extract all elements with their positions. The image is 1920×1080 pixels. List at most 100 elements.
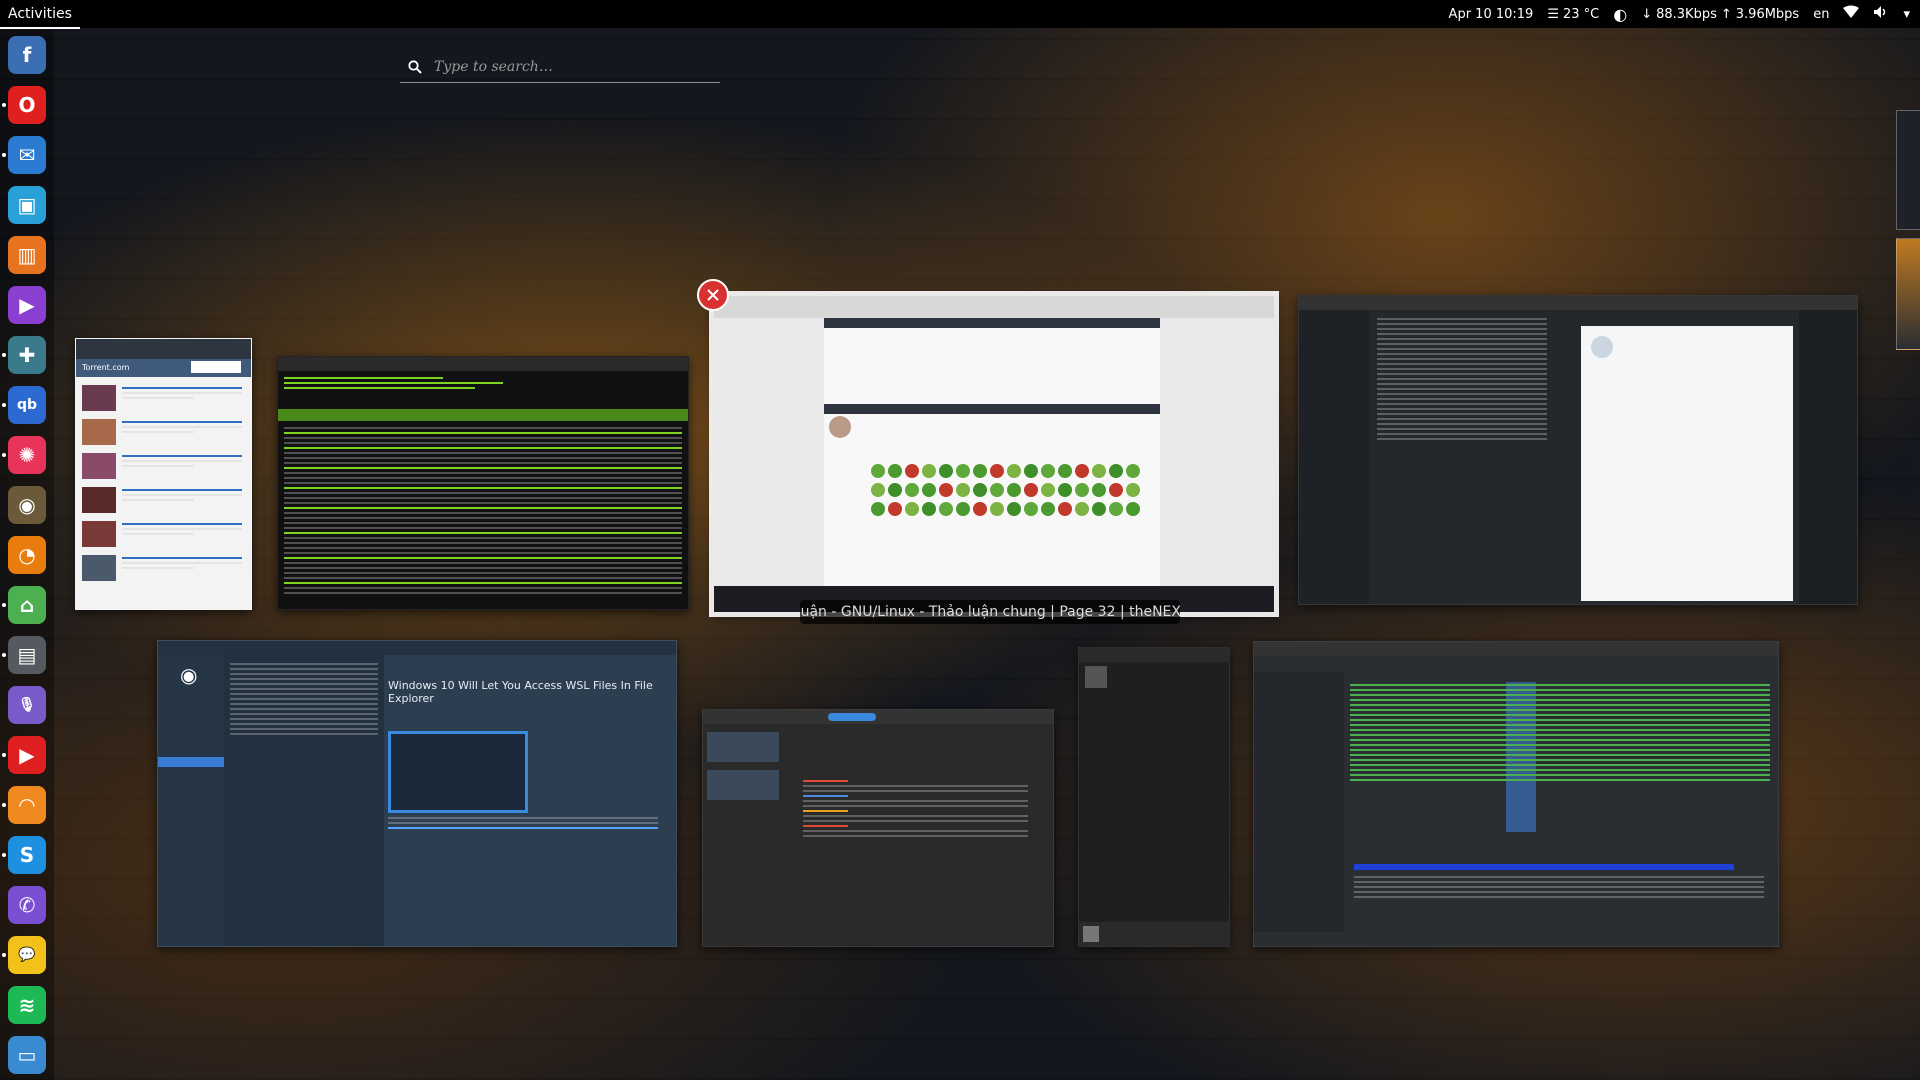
emoji-sticker[interactable]	[973, 464, 987, 478]
emoji-sticker[interactable]	[1041, 464, 1055, 478]
emoji-sticker[interactable]	[973, 483, 987, 497]
package-manager-icon[interactable]: ▥	[8, 236, 46, 274]
system-monitor-icon[interactable]: ✚	[8, 336, 46, 374]
skype-icon[interactable]: S	[8, 836, 46, 874]
emoji-sticker[interactable]	[888, 483, 902, 497]
window-thumbnail-qbittorrent[interactable]	[1253, 641, 1779, 947]
emoji-sticker[interactable]	[1109, 464, 1123, 478]
emoji-sticker[interactable]	[888, 502, 902, 516]
gimp-icon[interactable]: ◉	[8, 486, 46, 524]
emoji-sticker[interactable]	[922, 483, 936, 497]
emoji-sticker[interactable]	[1075, 464, 1089, 478]
emoji-sticker[interactable]	[1075, 483, 1089, 497]
emoji-sticker[interactable]	[1109, 502, 1123, 516]
youtube-icon[interactable]: ▶	[8, 736, 46, 774]
spotify-icon[interactable]: ≋	[8, 986, 46, 1024]
window-thumbnail-settings[interactable]	[702, 709, 1054, 947]
emoji-sticker[interactable]	[990, 502, 1004, 516]
emoji-sticker[interactable]	[871, 483, 885, 497]
window-thumbnail-music-player[interactable]	[1078, 647, 1230, 947]
emoji-sticker[interactable]	[1126, 483, 1140, 497]
qbittorrent-icon[interactable]: qb	[8, 386, 46, 424]
emoji-sticker[interactable]	[956, 502, 970, 516]
emoji-sticker[interactable]	[922, 502, 936, 516]
search-input[interactable]	[432, 58, 696, 76]
volume-icon[interactable]	[1873, 5, 1889, 23]
network-speed: ↓ 88.3Kbps ↑ 3.96Mbps	[1641, 7, 1799, 22]
close-window-button[interactable]	[697, 279, 729, 311]
steam-icon[interactable]: ◐	[1613, 5, 1627, 24]
emoji-sticker[interactable]	[1058, 502, 1072, 516]
rss-icon[interactable]: ◠	[8, 786, 46, 824]
viber-icon[interactable]: ✆	[8, 886, 46, 924]
clock[interactable]: Apr 10 10:19	[1449, 7, 1534, 22]
search-bar[interactable]	[400, 52, 720, 83]
emoji-sticker[interactable]	[956, 483, 970, 497]
article-headline: Windows 10 Will Let You Access WSL Files…	[388, 679, 653, 705]
emoji-sticker[interactable]	[871, 464, 885, 478]
emoji-sticker[interactable]	[1058, 483, 1072, 497]
pinwheel-app-icon[interactable]: ✺	[8, 436, 46, 474]
running-indicator	[2, 353, 6, 357]
running-indicator	[2, 953, 6, 957]
workspace-thumbnail[interactable]	[1896, 238, 1920, 350]
emoji-sticker[interactable]	[888, 464, 902, 478]
window-thumbnail-mail-client[interactable]	[1298, 295, 1858, 605]
emoji-sticker[interactable]	[1041, 502, 1055, 516]
window-thumbnail-torrent-site[interactable]: Torrent.com	[75, 338, 252, 610]
emoji-sticker[interactable]	[1126, 464, 1140, 478]
emoji-sticker[interactable]	[1092, 502, 1106, 516]
activities-button[interactable]: Activities	[0, 0, 80, 29]
emoji-sticker[interactable]	[956, 464, 970, 478]
emoji-sticker[interactable]	[905, 502, 919, 516]
emoji-sticker[interactable]	[1024, 464, 1038, 478]
media-player-icon[interactable]: ▶	[8, 286, 46, 324]
arrow-down-icon: ↓	[1641, 6, 1653, 22]
emoji-sticker[interactable]	[939, 483, 953, 497]
emoji-sticker[interactable]	[1126, 502, 1140, 516]
thunderbird-icon[interactable]: ✉	[8, 136, 46, 174]
weather-temp: 23 °C	[1562, 6, 1600, 22]
emoji-sticker[interactable]	[1075, 502, 1089, 516]
emoji-sticker[interactable]	[871, 502, 885, 516]
emoji-sticker[interactable]	[1007, 464, 1021, 478]
window-thumbnail-browser-forum[interactable]	[709, 291, 1279, 617]
emoji-sticker[interactable]	[990, 464, 1004, 478]
files-icon[interactable]: ▭	[8, 1036, 46, 1074]
emoji-sticker[interactable]	[1041, 483, 1055, 497]
emoji-sticker[interactable]	[1092, 464, 1106, 478]
terminal-icon[interactable]: ⌂	[8, 586, 46, 624]
emoji-sticker[interactable]	[990, 483, 1004, 497]
emoji-sticker[interactable]	[1024, 483, 1038, 497]
blender-icon[interactable]: ◔	[8, 536, 46, 574]
fedora-icon[interactable]: f	[8, 36, 46, 74]
workspace-thumbnail[interactable]	[1896, 110, 1920, 230]
software-center-icon[interactable]: ▣	[8, 186, 46, 224]
emoji-sticker[interactable]	[1109, 483, 1123, 497]
workspace-switcher	[1890, 110, 1920, 360]
microphone-icon[interactable]: 🎙	[8, 686, 46, 724]
emoji-sticker[interactable]	[1058, 464, 1072, 478]
screenshot-icon[interactable]: ▤	[8, 636, 46, 674]
language-indicator[interactable]: en	[1813, 7, 1829, 22]
emoji-sticker[interactable]	[973, 502, 987, 516]
emoji-sticker[interactable]	[1007, 502, 1021, 516]
top-bar-status: Apr 10 10:19 ☰ 23 °C ◐ ↓ 88.3Kbps ↑ 3.96…	[1449, 0, 1910, 28]
emoji-sticker[interactable]	[905, 483, 919, 497]
opera-icon[interactable]: O	[8, 86, 46, 124]
progress-bar	[1354, 864, 1734, 870]
chat-icon[interactable]: 💬	[8, 936, 46, 974]
system-menu-icon[interactable]: ▾	[1903, 7, 1910, 22]
window-thumbnail-rss-reader[interactable]: ◉ Windows 10 Will Let You Access WSL Fil…	[157, 640, 677, 947]
emoji-sticker[interactable]	[922, 464, 936, 478]
emoji-sticker[interactable]	[1092, 483, 1106, 497]
emoji-sticker[interactable]	[1024, 502, 1038, 516]
emoji-sticker[interactable]	[1007, 483, 1021, 497]
emoji-sticker[interactable]	[939, 464, 953, 478]
weather-indicator[interactable]: ☰ 23 °C	[1547, 7, 1599, 22]
wifi-icon[interactable]	[1843, 5, 1860, 23]
window-thumbnail-terminal[interactable]	[277, 356, 689, 610]
emoji-sticker[interactable]	[939, 502, 953, 516]
emoji-sticker[interactable]	[905, 464, 919, 478]
running-indicator	[2, 153, 6, 157]
